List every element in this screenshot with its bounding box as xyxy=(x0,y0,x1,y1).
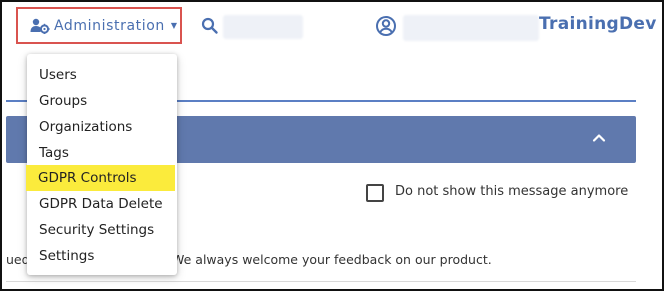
admin-gear-user-icon xyxy=(30,18,50,34)
app-window: Administration ▼ TrainingDev Do not show… xyxy=(0,0,664,291)
org-name[interactable]: TrainingDev xyxy=(539,14,657,34)
dont-show-checkbox[interactable] xyxy=(366,184,384,202)
menu-item-organizations[interactable]: Organizations xyxy=(27,114,177,140)
chevron-up-icon[interactable] xyxy=(590,129,608,147)
caret-down-icon: ▼ xyxy=(170,21,178,30)
administration-dropdown: Users Groups Organizations Tags GDPR Con… xyxy=(26,54,177,275)
menu-item-settings[interactable]: Settings xyxy=(27,243,177,269)
menu-item-gdpr-data-delete[interactable]: GDPR Data Delete xyxy=(27,191,177,217)
feedback-text-right: We always welcome your feedback on our p… xyxy=(172,252,492,267)
menu-item-groups[interactable]: Groups xyxy=(27,88,177,114)
administration-menu-button[interactable]: Administration ▼ xyxy=(16,7,182,44)
dont-show-label: Do not show this message anymore xyxy=(395,184,629,199)
user-name-field[interactable] xyxy=(403,15,539,41)
search-icon[interactable] xyxy=(201,17,219,35)
menu-item-gdpr-controls[interactable]: GDPR Controls xyxy=(26,165,175,191)
search-input[interactable] xyxy=(223,15,303,39)
divider xyxy=(6,281,636,282)
menu-item-tags[interactable]: Tags xyxy=(27,140,177,166)
menu-item-users[interactable]: Users xyxy=(27,62,177,88)
user-circle-icon[interactable] xyxy=(375,15,397,37)
administration-label: Administration xyxy=(54,17,165,34)
menu-item-security-settings[interactable]: Security Settings xyxy=(27,217,177,243)
